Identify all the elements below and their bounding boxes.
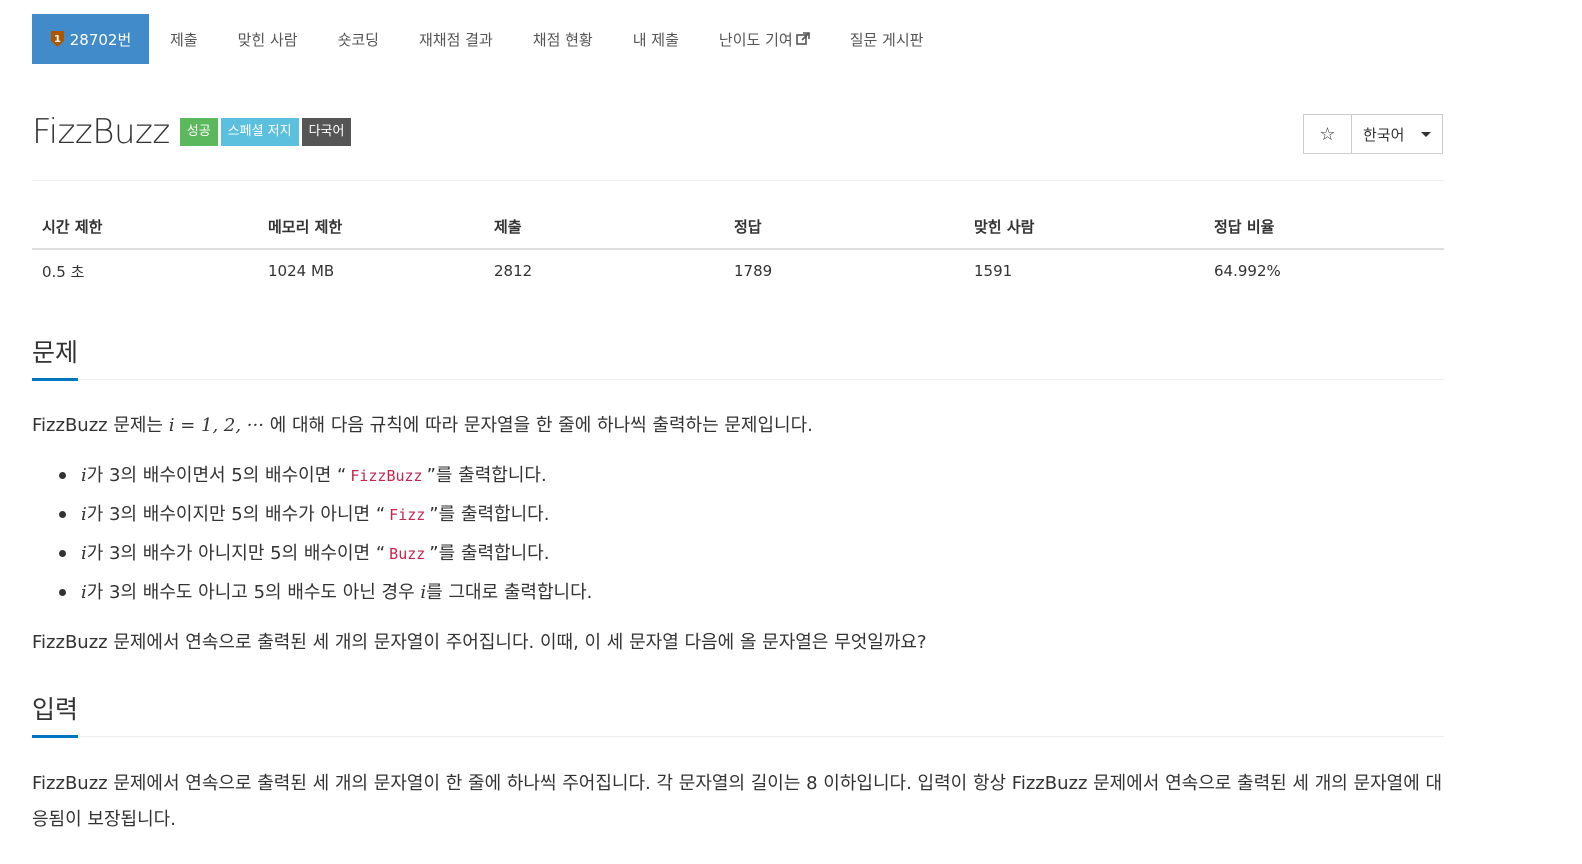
problem-id-tab[interactable]: 1 28702번 — [32, 14, 149, 64]
bronze-medal-icon: 1 — [50, 31, 64, 47]
input-heading-text: 입력 — [32, 690, 79, 738]
nav-status[interactable]: 채점 현황 — [533, 29, 612, 50]
rule-before: 가 3의 배수이면서 5의 배수이면 “ — [86, 465, 347, 486]
rule-after: 를 그대로 출력합니다. — [426, 582, 593, 603]
rule-after: ”를 출력합니다. — [429, 543, 550, 564]
table-header-row: 시간 제한 메모리 제한 제출 정답 맞힌 사람 정답 비율 — [32, 205, 1444, 250]
star-icon: ☆ — [1319, 123, 1336, 145]
input-description: FizzBuzz 문제에서 연속으로 출력된 세 개의 문자열이 한 줄에 하나… — [32, 773, 1443, 830]
intro-prefix: FizzBuzz 문제는 — [32, 415, 163, 436]
table-row: 0.5 초 1024 MB 2812 1789 1591 64.992% — [32, 250, 1444, 292]
language-selected: 한국어 — [1363, 125, 1405, 144]
list-item: i가 3의 배수이지만 5의 배수가 아니면 “Fizz ”를 출력합니다. — [58, 495, 592, 534]
external-link-icon — [795, 31, 810, 45]
problem-heading-text: 문제 — [32, 333, 79, 381]
nav-short-coding[interactable]: 숏코딩 — [338, 29, 398, 50]
list-item: i가 3의 배수가 아니지만 5의 배수이면 “Buzz ”를 출력합니다. — [58, 534, 592, 573]
solved-users-value: 1591 — [974, 262, 1013, 280]
header-submissions: 제출 — [494, 218, 522, 236]
favorite-button[interactable]: ☆ — [1304, 115, 1352, 153]
rule-code: Buzz — [389, 545, 426, 563]
input-section-heading: 입력 — [32, 690, 1444, 738]
header-time-limit: 시간 제한 — [42, 218, 103, 236]
nav-rejudge-results[interactable]: 재채점 결과 — [419, 29, 512, 50]
title-divider — [32, 180, 1444, 181]
nav-my-submissions[interactable]: 내 제출 — [633, 29, 698, 50]
nav-difficulty-label: 난이도 기여 — [718, 30, 793, 49]
svg-text:1: 1 — [54, 34, 61, 45]
problem-info-table: 시간 제한 메모리 제한 제출 정답 맞힌 사람 정답 비율 0.5 초 102… — [32, 205, 1444, 292]
problem-intro: FizzBuzz 문제는 i = 1, 2, ··· 에 대해 다음 규칙에 따… — [32, 408, 1444, 444]
rule-before: 가 3의 배수가 아니지만 5의 배수이면 “ — [86, 543, 386, 564]
submissions-value: 2812 — [494, 262, 533, 280]
rule-code: Fizz — [389, 506, 426, 524]
problem-title-row: FizzBuzz 성공 스페셜 저지 다국어 — [32, 112, 352, 152]
problem-title: FizzBuzz — [32, 112, 170, 152]
rule-before: 가 3의 배수이지만 5의 배수가 아니면 “ — [86, 504, 386, 525]
nav-submit[interactable]: 제출 — [170, 29, 217, 50]
rule-after: ”를 출력합니다. — [429, 504, 550, 525]
status-badge-success: 성공 — [179, 118, 218, 146]
rule-after: ”를 출력합니다. — [426, 465, 547, 486]
status-badge-special-judge: 스페셜 저지 — [220, 118, 299, 146]
intro-math: i = 1, 2, ··· — [168, 415, 264, 436]
rule-before: 가 3의 배수도 아니고 5의 배수도 아닌 경우 — [86, 582, 421, 603]
nav-solved-users[interactable]: 맞힌 사람 — [238, 29, 317, 50]
accept-ratio-value: 64.992% — [1214, 262, 1281, 280]
header-solved-users: 맞힌 사람 — [974, 218, 1035, 236]
problem-id-label: 28702번 — [69, 30, 132, 49]
memory-limit-value: 1024 MB — [268, 262, 335, 280]
nav-difficulty-contribution[interactable]: 난이도 기여 — [719, 29, 829, 50]
problem-question: FizzBuzz 문제에서 연속으로 출력된 세 개의 문자열이 주어집니다. … — [32, 632, 927, 653]
problem-section-heading: 문제 — [32, 333, 1444, 381]
problem-controls: ☆ 한국어 — [1303, 114, 1443, 154]
nav-question-board[interactable]: 질문 게시판 — [850, 29, 943, 50]
caret-down-icon — [1421, 131, 1431, 137]
header-memory-limit: 메모리 제한 — [268, 218, 343, 236]
header-accept-ratio: 정답 비율 — [1214, 218, 1275, 236]
language-select[interactable]: 한국어 — [1352, 115, 1442, 153]
list-item: i가 3의 배수이면서 5의 배수이면 “FizzBuzz ”를 출력합니다. — [58, 456, 592, 495]
time-limit-value: 0.5 초 — [42, 262, 85, 281]
intro-suffix: 에 대해 다음 규칙에 따라 문자열을 한 줄에 하나씩 출력하는 문제입니다. — [269, 415, 813, 436]
list-item: i가 3의 배수도 아니고 5의 배수도 아닌 경우 i를 그대로 출력합니다. — [58, 573, 593, 612]
rule-code: FizzBuzz — [350, 467, 423, 485]
rules-list: i가 3의 배수이면서 5의 배수이면 “FizzBuzz ”를 출력합니다. i… — [32, 456, 592, 612]
status-badge-multilingual: 다국어 — [301, 118, 352, 146]
header-accepted: 정답 — [734, 218, 762, 236]
problem-menu: 1 28702번 제출 맞힌 사람 숏코딩 재채점 결과 채점 현황 내 제출 … — [32, 14, 942, 64]
accepted-value: 1789 — [734, 262, 773, 280]
